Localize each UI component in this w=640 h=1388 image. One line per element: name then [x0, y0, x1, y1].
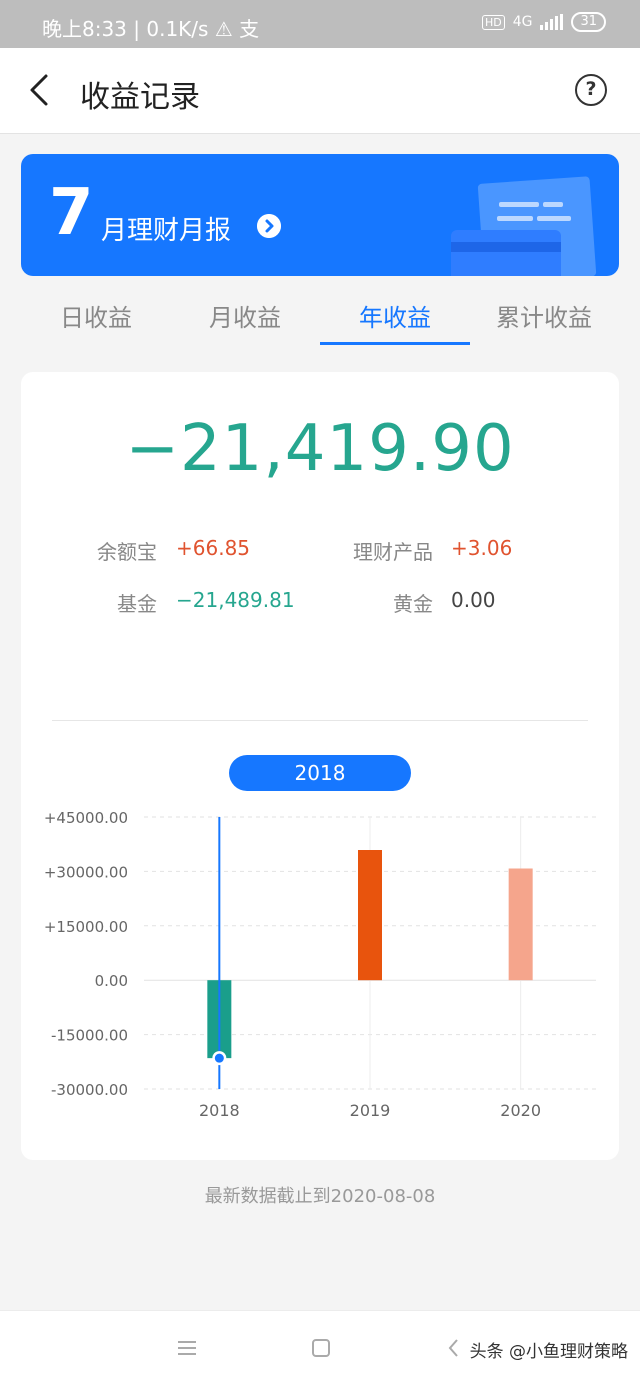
breakdown-label-yuebao: 余额宝 [97, 540, 157, 564]
breakdown-label-fund: 基金 [117, 592, 157, 616]
status-icons: HD 4G 31 [481, 12, 606, 32]
y-tick-label: +45000.00 [44, 809, 128, 827]
breakdown-label-gold: 黄金 [393, 592, 433, 616]
banner-text: 月理财月报 [101, 216, 232, 246]
x-tick-label: 2018 [199, 1101, 240, 1120]
watermark: 头条 @小鱼理财策略 [469, 1342, 628, 1362]
header: 收益记录 ? [0, 48, 640, 134]
page-title: 收益记录 [80, 80, 200, 115]
x-tick-label: 2020 [500, 1101, 541, 1120]
back-nav-icon[interactable] [446, 1337, 460, 1359]
y-tick-label: 0.00 [95, 972, 128, 990]
breakdown-value-yuebao: +66.85 [176, 536, 251, 560]
status-bar: 晚上8:33 | 0.1K/s ⚠ 支 HD 4G 31 [0, 0, 640, 48]
period-tabs: 日收益 月收益 年收益 累计收益 [21, 290, 619, 348]
y-tick-label: -15000.00 [51, 1027, 128, 1045]
network-label: 4G [512, 14, 533, 30]
system-nav-bar: 头条 @小鱼理财策略 [0, 1310, 640, 1388]
monthly-report-banner[interactable]: 7 月理财月报 [21, 154, 619, 276]
banner-month: 7 [49, 176, 94, 250]
earnings-card: −21,419.90 余额宝 +66.85 理财产品 +3.06 基金 −21,… [21, 372, 619, 1160]
breakdown-label-wealth-products: 理财产品 [353, 540, 433, 564]
breakdown-value-wealth-products: +3.06 [451, 536, 513, 560]
bar-2019[interactable] [358, 850, 382, 981]
selection-marker [214, 1053, 224, 1063]
tab-cumulative[interactable]: 累计收益 [469, 298, 619, 333]
selected-year-pill[interactable]: 2018 [229, 755, 411, 791]
status-time: 晚上8:33 | 0.1K/s ⚠ 支 [42, 17, 260, 41]
back-icon[interactable] [22, 70, 62, 110]
divider [52, 720, 588, 721]
menu-icon[interactable] [177, 1339, 197, 1357]
y-tick-label: +15000.00 [44, 918, 128, 936]
active-tab-indicator [320, 342, 470, 345]
signal-icon [540, 14, 564, 30]
tab-yearly[interactable]: 年收益 [320, 298, 470, 333]
breakdown-value-gold: 0.00 [451, 588, 496, 612]
chevron-right-icon [257, 214, 281, 238]
help-icon[interactable]: ? [575, 74, 607, 106]
bar-2020[interactable] [508, 868, 533, 981]
document-illustration-icon [451, 176, 597, 276]
tab-monthly[interactable]: 月收益 [170, 298, 320, 333]
x-tick-label: 2019 [350, 1101, 391, 1120]
home-icon[interactable] [311, 1338, 331, 1358]
y-tick-label: +30000.00 [44, 863, 128, 881]
total-earnings: −21,419.90 [125, 412, 515, 486]
hd-icon: HD [481, 14, 505, 30]
breakdown-value-fund: −21,489.81 [176, 588, 295, 612]
tab-daily[interactable]: 日收益 [21, 298, 171, 333]
yearly-earnings-chart[interactable]: +45000.00 +30000.00 +15000.00 0.00 -15000.00… [21, 802, 619, 1132]
data-cutoff-note: 最新数据截止到2020-08-08 [204, 1186, 436, 1207]
battery-icon: 31 [571, 12, 606, 32]
y-tick-label: -30000.00 [51, 1081, 128, 1099]
